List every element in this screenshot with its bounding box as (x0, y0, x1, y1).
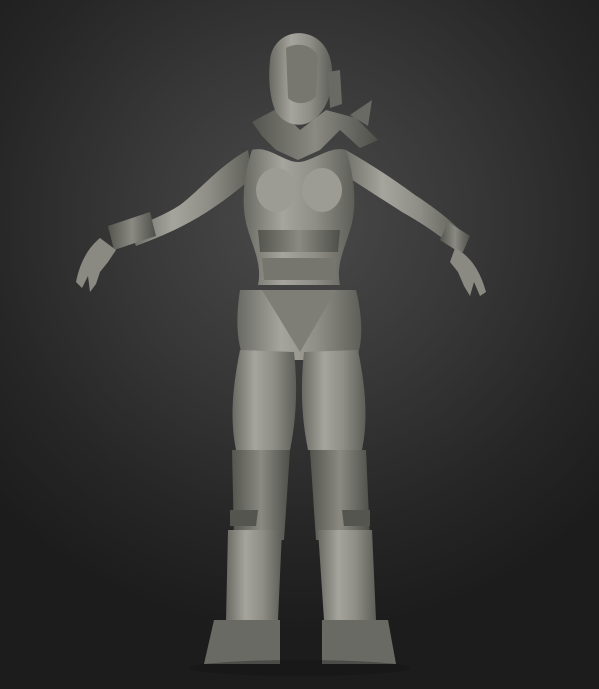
abdominal-armor (258, 230, 340, 252)
ground-shadow (190, 660, 410, 676)
left-boot (204, 620, 280, 664)
right-arm (340, 150, 486, 296)
helmet-side-module (328, 70, 342, 108)
helmet (269, 33, 342, 125)
right-shin-armor (318, 530, 376, 620)
torso (243, 149, 355, 285)
chest-left (256, 168, 296, 212)
right-leg (301, 350, 396, 664)
belt (262, 258, 336, 280)
left-shin-armor (226, 530, 282, 620)
right-boot (322, 620, 396, 664)
left-arm (76, 150, 252, 292)
chest-right (302, 168, 342, 212)
left-bracer (108, 212, 156, 250)
right-knee-guard (310, 450, 370, 540)
sculpt-viewport (0, 0, 599, 689)
left-hand (76, 238, 116, 292)
armored-figure-sculpt (76, 33, 486, 676)
right-hand (450, 248, 486, 296)
hips (237, 290, 362, 360)
left-knee-guard (232, 450, 290, 540)
left-leg (204, 350, 297, 664)
